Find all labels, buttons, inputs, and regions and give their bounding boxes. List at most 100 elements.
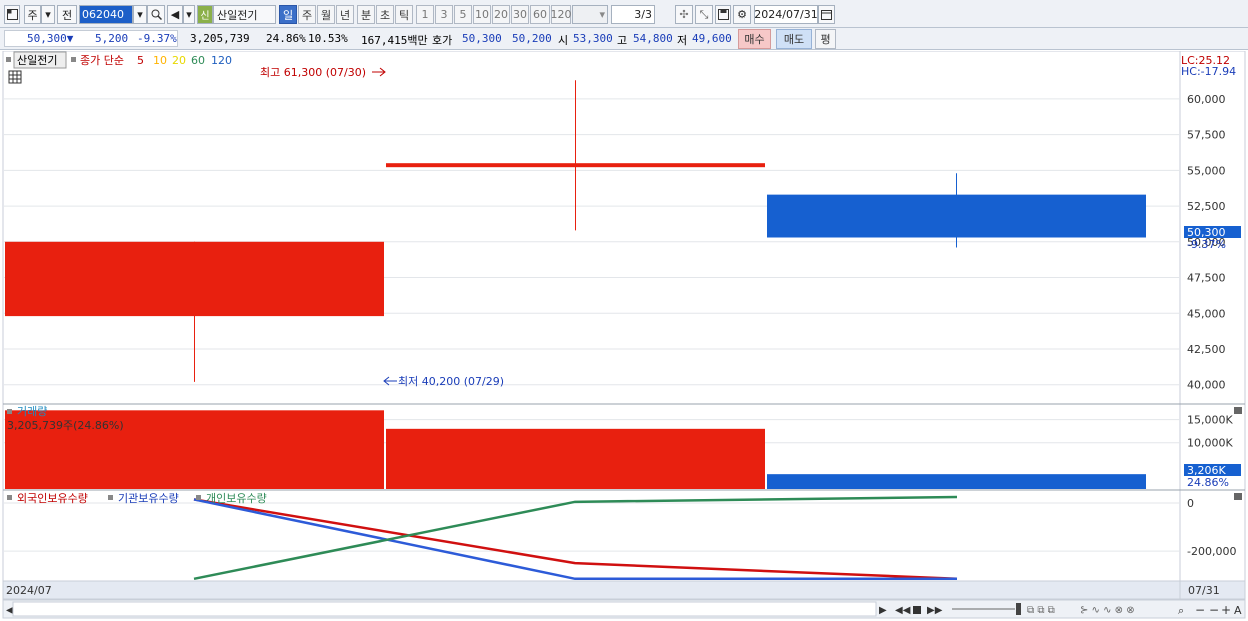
volume-title: 거래량 <box>17 405 47 418</box>
candle-body <box>5 241 384 317</box>
legend-ma-5: 5 <box>137 54 144 67</box>
volume-bar <box>386 428 765 489</box>
quote-info-bar: 50,300▼ 5,200 -9.37% 3,205,739 24.86% 10… <box>0 28 1248 50</box>
price-tick-label: 47,500 <box>1187 272 1226 285</box>
chart-type-button[interactable]: 주 <box>24 5 41 24</box>
price-change: 5,200 <box>95 32 129 45</box>
legend-ma-60: 60 <box>191 54 205 67</box>
interval-10-button[interactable]: 10 <box>473 5 491 24</box>
legend-ma-10: 10 <box>153 54 167 67</box>
stop-icon[interactable] <box>913 606 921 614</box>
x-axis-start-label: 2024/07 <box>6 584 52 597</box>
window-tools-icon[interactable]: ⧉ ⧉ ⧉ <box>1027 605 1055 616</box>
legend-stock-name: 산일전기 <box>17 53 57 67</box>
current-rate-value: -9.37% <box>1187 238 1226 251</box>
legend-marker <box>6 57 11 62</box>
layout-icon[interactable] <box>4 5 20 24</box>
period-week-button[interactable]: 주 <box>298 5 316 24</box>
open-label: 시 <box>558 34 569 47</box>
new-listing-badge: 신 <box>197 5 213 24</box>
high-label: 고 <box>617 34 628 47</box>
x-axis-end-label: 07/31 <box>1188 584 1220 597</box>
scroll-right-icon[interactable]: ▶ <box>879 605 887 616</box>
chevron-down-icon[interactable]: ▾ <box>41 5 55 24</box>
calendar-icon[interactable] <box>818 5 835 24</box>
legend-foreign-holdings: 외국인보유수량 <box>17 492 88 505</box>
legend-ma-20: 20 <box>172 54 186 67</box>
period-year-button[interactable]: 년 <box>336 5 354 24</box>
volume-panel-close-icon[interactable] <box>1234 407 1242 414</box>
price-tick-label: 60,000 <box>1187 93 1226 106</box>
minus-icon[interactable]: − <box>1209 603 1219 617</box>
price-tick-label: 42,500 <box>1187 343 1226 356</box>
zoom-in-icon[interactable]: + <box>1221 603 1231 617</box>
interval-30-button[interactable]: 30 <box>511 5 529 24</box>
volume-note: 3,205,739주(24.86%) <box>7 419 124 432</box>
buy-button[interactable]: 매수 <box>738 29 771 49</box>
toolbar: 주 ▾ 전 062040 ▾ ◀ ▾ 신 산일전기 일 주 월 년 분 초 틱 … <box>0 0 1248 28</box>
eval-button[interactable]: 평 <box>815 29 836 49</box>
hoga-ask: 50,300 <box>462 32 502 45</box>
gear-icon[interactable]: ⚙ <box>733 5 751 24</box>
table-icon[interactable] <box>8 70 22 84</box>
save-icon[interactable] <box>715 5 731 24</box>
magnifier-icon[interactable]: ⌕ <box>1178 604 1184 617</box>
speaker-icon[interactable]: ◀ <box>167 5 183 24</box>
hc-label: HC:-17.94 <box>1181 65 1236 78</box>
interval-5-button[interactable]: 5 <box>454 5 472 24</box>
interval-3-button[interactable]: 3 <box>435 5 453 24</box>
crosshair-icon[interactable]: ✣ <box>675 5 693 24</box>
change-rate: -9.37% <box>137 32 177 45</box>
low-annotation: 최저 40,200 (07/29) <box>398 375 504 388</box>
search-icon[interactable] <box>147 5 165 24</box>
candle-body <box>386 163 765 168</box>
date-input[interactable]: 2024/07/31 <box>754 5 818 24</box>
period-tick-button[interactable]: 틱 <box>395 5 413 24</box>
speaker-dropdown-icon[interactable]: ▾ <box>183 5 195 24</box>
font-size-icon[interactable]: A <box>1234 604 1242 617</box>
interval-dropdown[interactable]: ▾ <box>572 5 608 24</box>
code-input[interactable]: 062040 <box>79 5 133 24</box>
open-value: 53,300 <box>573 32 613 45</box>
price-tick-label: 55,000 <box>1187 164 1226 177</box>
zoom-out-icon[interactable]: − <box>1195 603 1205 617</box>
holdings-tick-label: -200,000 <box>1187 545 1236 558</box>
holdings-panel-close-icon[interactable] <box>1234 493 1242 500</box>
sell-button[interactable]: 매도 <box>776 29 812 49</box>
interval-1-button[interactable]: 1 <box>416 5 434 24</box>
period-month-button[interactable]: 월 <box>317 5 335 24</box>
period-day-button[interactable]: 일 <box>279 5 297 24</box>
prev-button[interactable]: 전 <box>57 5 77 24</box>
price-tick-label: 40,000 <box>1187 379 1226 392</box>
price-tick-label: 52,500 <box>1187 200 1226 213</box>
interval-20-button[interactable]: 20 <box>492 5 510 24</box>
fast-forward-icon[interactable]: ▶▶ <box>927 605 943 616</box>
high-value: 54,800 <box>633 32 673 45</box>
volume-rate-value: 24.86% <box>1187 476 1229 489</box>
rewind-icon[interactable]: ◀◀ <box>895 605 911 616</box>
code-dropdown-icon[interactable]: ▾ <box>133 5 147 24</box>
stock-name-field[interactable]: 산일전기 <box>213 5 276 24</box>
drawing-tools-icon[interactable]: ⊱ ∿ ∿ ⊗ ⊗ <box>1080 605 1135 616</box>
holdings-tick-label: 0 <box>1187 497 1194 510</box>
period-second-button[interactable]: 초 <box>376 5 394 24</box>
legend-individual-holdings: 개인보유수량 <box>206 492 267 505</box>
low-label: 저 <box>677 34 688 47</box>
zoom-slider-handle[interactable] <box>1016 603 1021 615</box>
volume-rate: 24.86% <box>266 32 306 45</box>
interval-60-button[interactable]: 60 <box>530 5 550 24</box>
page-indicator: 3/3 <box>611 5 655 24</box>
hoga-label: 호가 <box>432 34 453 47</box>
volume-bar <box>767 474 1146 489</box>
legend-ma-title: 종가 단순 <box>80 54 124 67</box>
legend-institution-holdings: 기관보유수량 <box>118 492 179 505</box>
stock-chart[interactable]: 60,00057,50055,00052,50050,00047,50045,0… <box>0 51 1248 621</box>
legend-ma-120: 120 <box>211 54 232 67</box>
candle-body <box>767 194 1146 238</box>
interval-120-button[interactable]: 120 <box>551 5 572 24</box>
trade-amount: 167,415백만 <box>361 34 428 47</box>
zoom-tool-icon[interactable]: ⤡ <box>695 5 713 24</box>
volume-tick-label: 10,000K <box>1187 437 1233 450</box>
period-minute-button[interactable]: 분 <box>357 5 375 24</box>
scroll-track[interactable] <box>12 601 877 617</box>
